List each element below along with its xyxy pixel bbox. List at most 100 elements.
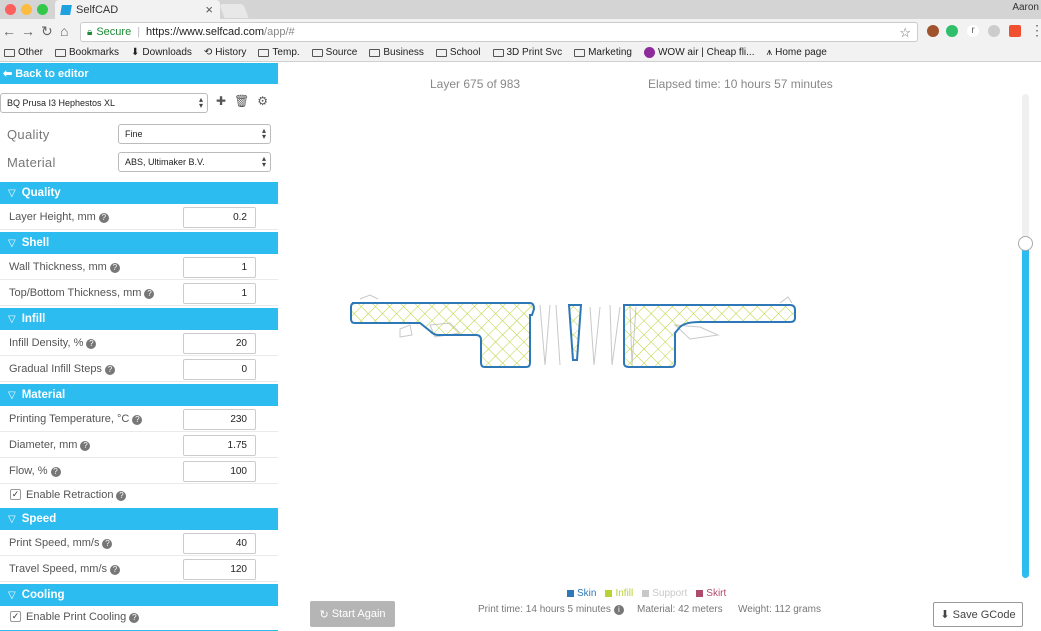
help-icon[interactable]: ? xyxy=(102,539,113,549)
top-bottom-thickness-input[interactable]: 1 xyxy=(183,283,256,304)
bookmark-item[interactable]: ⬇ Downloads xyxy=(131,47,192,58)
print-speed-input[interactable]: 40 xyxy=(183,533,256,554)
diameter-label: Diameter, mm xyxy=(9,439,78,451)
flow-input[interactable]: 100 xyxy=(183,461,256,482)
collapse-triangle-icon: ▽ xyxy=(8,389,16,401)
help-icon[interactable]: ? xyxy=(80,441,91,451)
printer-select[interactable]: BQ Prusa I3 Hephestos XL ▴ ▾ xyxy=(0,93,208,113)
material-stat: Material: 42 meters xyxy=(637,604,723,615)
infill-swatch xyxy=(605,590,613,597)
wall-thickness-row: Wall Thickness, mm? 1 xyxy=(0,254,278,280)
help-icon[interactable]: ? xyxy=(116,491,127,501)
folder-icon xyxy=(311,48,323,57)
help-icon[interactable]: ? xyxy=(110,565,121,575)
help-icon[interactable]: ? xyxy=(86,339,97,349)
lock-icon: 🔒︎ xyxy=(87,26,93,38)
wall-thickness-input[interactable]: 1 xyxy=(183,257,256,278)
maximize-window-button[interactable] xyxy=(37,4,48,15)
profile-name[interactable]: Aaron xyxy=(1012,2,1039,13)
diameter-input[interactable]: 1.75 xyxy=(183,435,256,456)
print-speed-label: Print Speed, mm/s xyxy=(9,537,100,549)
collapse-triangle-icon: ▽ xyxy=(8,313,16,325)
collapse-triangle-icon: ▽ xyxy=(8,187,16,199)
extension-red-icon[interactable] xyxy=(1009,25,1021,37)
browser-menu-icon[interactable]: ⋮ xyxy=(1030,22,1041,39)
enable-print-cooling-row: ✓ Enable Print Cooling? xyxy=(0,606,278,628)
back-arrow-icon[interactable]: ← xyxy=(2,23,16,39)
start-again-button[interactable]: ↻ Start Again xyxy=(310,601,395,627)
help-icon[interactable]: ? xyxy=(50,467,61,477)
middle-part-shape xyxy=(567,304,583,361)
help-icon[interactable]: ? xyxy=(98,213,109,223)
forward-arrow-icon[interactable]: → xyxy=(21,23,35,39)
extension-gray-icon[interactable] xyxy=(988,25,1000,37)
material-row: Material ABS, Ultimaker B.V. ▴ ▾ xyxy=(0,149,278,177)
infill-density-input[interactable]: 20 xyxy=(183,333,256,354)
close-window-button[interactable] xyxy=(5,4,16,15)
section-speed-header[interactable]: ▽ Speed xyxy=(0,508,278,530)
print-settings-panel: ⬅ Back to editor BQ Prusa I3 Hephestos X… xyxy=(0,63,278,631)
bookmark-item[interactable]: 3D Print Svc xyxy=(492,47,562,58)
bookmark-item[interactable]: Temp. xyxy=(258,47,300,58)
add-printer-icon[interactable]: ✚ xyxy=(216,94,226,108)
restart-icon: ↻ xyxy=(319,608,329,621)
elapsed-time: Elapsed time: 10 hours 57 minutes xyxy=(648,77,833,91)
section-material-header[interactable]: ▽ Material xyxy=(0,384,278,406)
url-path: /app/# xyxy=(264,26,295,38)
section-infill-header[interactable]: ▽ Infill xyxy=(0,308,278,330)
selfcad-favicon-icon xyxy=(60,4,72,15)
bookmark-item[interactable]: Other xyxy=(4,47,43,58)
help-icon[interactable]: ? xyxy=(104,365,115,375)
travel-speed-input[interactable]: 120 xyxy=(183,559,256,580)
reload-icon[interactable]: ↻ xyxy=(41,23,53,40)
help-icon[interactable]: ? xyxy=(109,263,120,273)
bookmark-item[interactable]: Bookmarks xyxy=(55,47,119,58)
printing-temperature-input[interactable]: 230 xyxy=(183,409,256,430)
material-select[interactable]: ABS, Ultimaker B.V. ▴ ▾ xyxy=(118,152,271,172)
bookmark-item[interactable]: WOW air | Cheap fli... xyxy=(643,47,755,58)
bookmark-star-icon[interactable]: ☆ xyxy=(899,25,911,41)
section-shell-header[interactable]: ▽ Shell xyxy=(0,232,278,254)
printing-temperature-row: Printing Temperature, °C? 230 xyxy=(0,406,278,432)
gradual-infill-input[interactable]: 0 xyxy=(183,359,256,380)
enable-print-cooling-checkbox[interactable]: ✓ xyxy=(10,611,21,622)
address-bar[interactable]: 🔒︎ Secure | https://www.selfcad.com/app/… xyxy=(80,22,918,42)
info-icon[interactable]: i xyxy=(613,605,624,615)
quality-select[interactable]: Fine ▴ ▾ xyxy=(118,124,271,144)
browser-tab[interactable]: SelfCAD × xyxy=(55,0,220,19)
help-icon[interactable]: ? xyxy=(129,613,140,623)
section-cooling-header[interactable]: ▽ Cooling xyxy=(0,584,278,606)
extension-grammarly-icon[interactable] xyxy=(946,25,958,37)
bookmark-item[interactable]: School xyxy=(435,47,481,58)
extension-cookie-icon[interactable] xyxy=(927,25,939,37)
new-tab-button[interactable] xyxy=(219,4,249,18)
bookmark-item[interactable]: Business xyxy=(369,47,424,58)
enable-retraction-checkbox[interactable]: ✓ xyxy=(10,489,21,500)
minimize-window-button[interactable] xyxy=(21,4,32,15)
skirt-swatch xyxy=(696,590,704,597)
browser-toolbar: ← → ↻ ⌂ 🔒︎ Secure | https://www.selfcad.… xyxy=(0,19,1041,44)
bookmark-item[interactable]: Source xyxy=(311,47,357,58)
tab-close-icon[interactable]: × xyxy=(205,2,213,17)
back-to-editor-button[interactable]: ⬅ Back to editor xyxy=(0,63,278,84)
layer-slider-fill xyxy=(1022,244,1029,578)
save-gcode-button[interactable]: ⬇ Save GCode xyxy=(933,602,1023,627)
layer-preview xyxy=(350,294,796,368)
bookmark-item[interactable]: ⩚ Home page xyxy=(767,47,827,58)
delete-printer-icon[interactable]: 🗑︎ xyxy=(234,94,249,108)
weight-stat: Weight: 112 grams xyxy=(738,604,822,615)
bookmark-item[interactable]: ⟲ History xyxy=(204,47,247,58)
printer-row: BQ Prusa I3 Hephestos XL ▴ ▾ ✚ 🗑︎ ⚙ xyxy=(0,84,278,121)
printing-temperature-label: Printing Temperature, °C xyxy=(9,413,130,425)
bookmark-item[interactable]: Marketing xyxy=(574,47,632,58)
help-icon[interactable]: ? xyxy=(144,289,155,299)
layer-height-input[interactable]: 0.2 xyxy=(183,207,256,228)
section-quality-header[interactable]: ▽ Quality xyxy=(0,182,278,204)
enable-retraction-label: Enable Retraction xyxy=(26,489,114,501)
flow-label: Flow, % xyxy=(9,465,48,477)
extension-r-icon[interactable]: r xyxy=(967,25,979,37)
layer-slider-handle[interactable] xyxy=(1018,236,1033,251)
printer-settings-gear-icon[interactable]: ⚙ xyxy=(257,94,268,108)
home-icon[interactable]: ⌂ xyxy=(60,23,68,39)
help-icon[interactable]: ? xyxy=(132,415,143,425)
